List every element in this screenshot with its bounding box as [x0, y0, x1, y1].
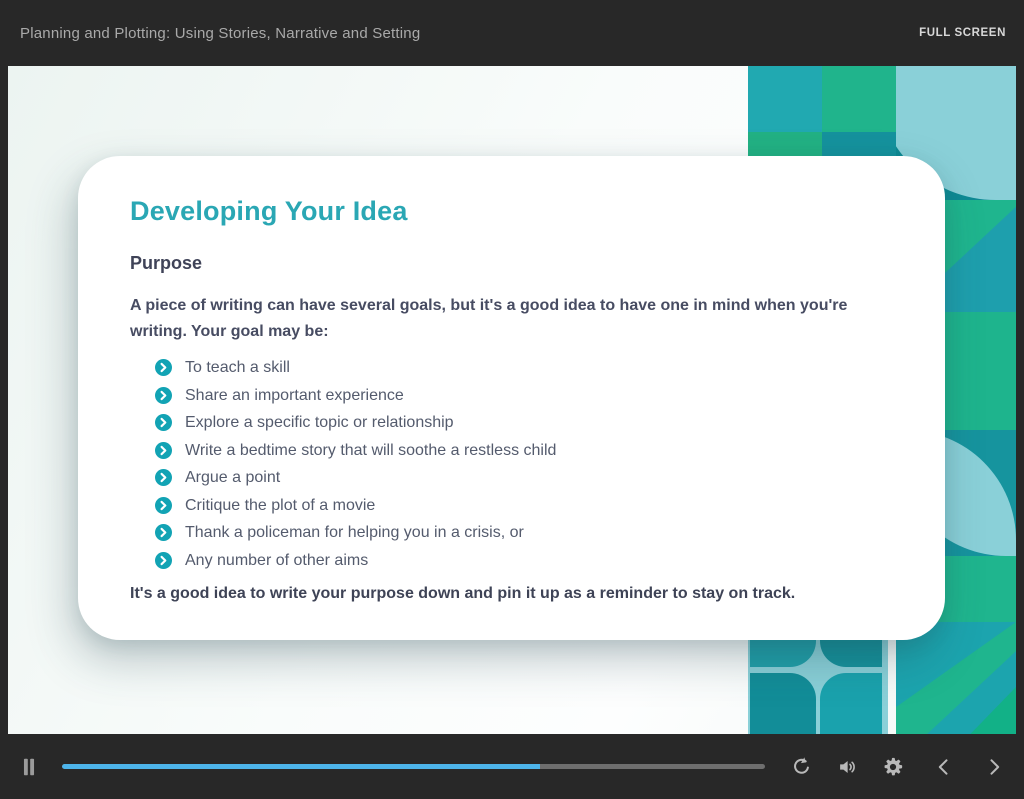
chevron-bullet-icon	[155, 524, 172, 541]
pause-button[interactable]	[16, 754, 42, 780]
list-item-label: To teach a skill	[185, 359, 290, 376]
next-button[interactable]	[982, 755, 1006, 779]
intro-paragraph: A piece of writing can have several goal…	[130, 297, 848, 340]
volume-icon	[840, 760, 855, 773]
slide-card: Developing Your Idea Purpose A piece of …	[78, 156, 945, 640]
volume-button[interactable]	[834, 754, 860, 780]
chevron-bullet-icon	[155, 386, 172, 404]
course-player-window: Planning and Plotting: Using Stories, Na…	[0, 0, 1024, 799]
list-item-label: Critique the plot of a movie	[185, 496, 376, 514]
list-item-label: Share an important experience	[185, 386, 404, 404]
list-item: Write a bedtime story that will soothe a…	[155, 441, 883, 459]
prev-button[interactable]	[932, 755, 956, 779]
list-item: Argue a point	[155, 469, 883, 486]
list-item: Thank a policeman for helping you in a c…	[155, 524, 883, 541]
chevron-bullet-icon	[155, 441, 172, 459]
top-bar: Planning and Plotting: Using Stories, Na…	[0, 0, 1024, 66]
mosaic-tile	[820, 673, 882, 734]
bullet-list: To teach a skill Share an important expe…	[155, 359, 883, 569]
chevron-right-icon	[990, 758, 1000, 775]
chevron-bullet-icon	[155, 551, 172, 569]
chevron-bullet-icon	[155, 359, 172, 376]
list-item-label: Write a bedtime story that will soothe a…	[185, 441, 557, 459]
chevron-bullet-icon	[155, 414, 172, 431]
gear-icon	[884, 757, 903, 775]
player-bar	[0, 734, 1024, 799]
list-item-label: Explore a specific topic or relationship	[185, 414, 454, 431]
list-item-label: Thank a policeman for helping you in a c…	[185, 524, 524, 541]
fullscreen-button[interactable]: FULL SCREEN	[911, 21, 1014, 45]
chevron-bullet-icon	[155, 469, 172, 486]
slide-title: Developing Your Idea	[130, 196, 408, 226]
seek-progress-fill	[62, 764, 541, 769]
settings-button[interactable]	[880, 754, 906, 780]
mosaic-tile	[750, 673, 816, 734]
pause-icon	[23, 758, 35, 775]
list-item: Share an important experience	[155, 386, 883, 404]
list-item: To teach a skill	[155, 359, 883, 376]
course-title: Planning and Plotting: Using Stories, Na…	[20, 24, 421, 42]
closing-paragraph: It's a good idea to write your purpose d…	[130, 584, 796, 602]
mosaic-tile	[822, 66, 896, 132]
slide-stage: Developing Your Idea Purpose A piece of …	[8, 66, 1016, 734]
replay-icon	[794, 757, 809, 774]
seek-bar[interactable]	[62, 760, 765, 774]
chevron-left-icon	[938, 758, 948, 775]
list-item-label: Argue a point	[185, 469, 281, 486]
list-item: Critique the plot of a movie	[155, 496, 883, 514]
chevron-bullet-icon	[155, 496, 172, 514]
seek-track	[62, 764, 765, 769]
mosaic-tile	[822, 132, 896, 156]
list-item-label: Any number of other aims	[185, 551, 369, 569]
mosaic-tile	[748, 132, 822, 156]
list-item: Explore a specific topic or relationship	[155, 414, 883, 431]
mosaic-tile	[748, 66, 822, 132]
slide-subtitle: Purpose	[130, 253, 203, 273]
replay-button[interactable]	[789, 754, 814, 779]
list-item: Any number of other aims	[155, 551, 883, 569]
